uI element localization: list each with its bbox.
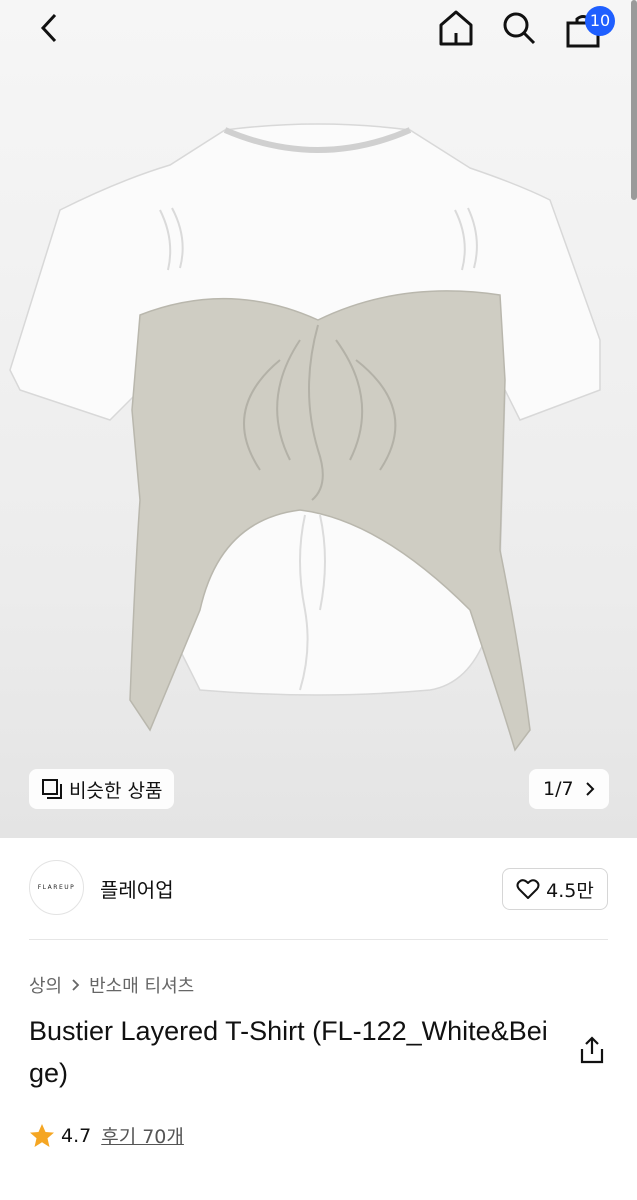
chevron-right-icon: [72, 979, 80, 991]
image-counter-text: 1/7: [543, 778, 574, 800]
breadcrumb-category[interactable]: 상의: [29, 972, 62, 998]
breadcrumb: 상의 반소매 티셔츠: [29, 972, 194, 998]
similar-products-label: 비슷한 상품: [69, 779, 163, 802]
rating-row: 4.7 후기 70개: [29, 1122, 184, 1149]
heart-icon: [516, 879, 540, 899]
chevron-right-icon: [585, 782, 594, 796]
similar-icon: [42, 779, 62, 799]
like-count: 4.5만: [546, 879, 594, 902]
product-image-gallery[interactable]: 비슷한 상품 1/7: [0, 0, 637, 838]
search-button[interactable]: [497, 6, 541, 50]
home-icon: [439, 10, 473, 46]
brand-logo-text: FLAREUP: [37, 884, 76, 891]
home-button[interactable]: [434, 6, 478, 50]
back-button[interactable]: [27, 6, 71, 50]
product-title: Bustier Layered T-Shirt (FL-122_White&Be…: [29, 1016, 548, 1088]
brand-name[interactable]: 플레어업: [100, 874, 174, 903]
brand-logo[interactable]: FLAREUP: [29, 860, 84, 915]
divider: [29, 939, 608, 940]
gallery-counter[interactable]: 1/7: [529, 769, 609, 809]
share-icon: [580, 1036, 604, 1064]
like-button[interactable]: 4.5만: [502, 868, 608, 910]
back-icon: [40, 13, 57, 43]
cart-count-badge: 10: [585, 6, 615, 36]
product-image: [9, 123, 601, 752]
rating-value: 4.7: [61, 1124, 92, 1147]
brand-row: FLAREUP 플레어업 4.5만: [0, 838, 637, 940]
star-icon: [30, 1123, 54, 1147]
share-button[interactable]: [572, 1030, 612, 1070]
top-navigation-bar: 10: [0, 0, 637, 60]
similar-products-button[interactable]: 비슷한 상품: [29, 769, 175, 809]
review-count-link[interactable]: 후기 70개: [101, 1122, 184, 1149]
search-icon: [503, 12, 536, 45]
cart-button[interactable]: 10: [561, 6, 615, 50]
breadcrumb-subcategory[interactable]: 반소매 티셔츠: [89, 972, 194, 998]
